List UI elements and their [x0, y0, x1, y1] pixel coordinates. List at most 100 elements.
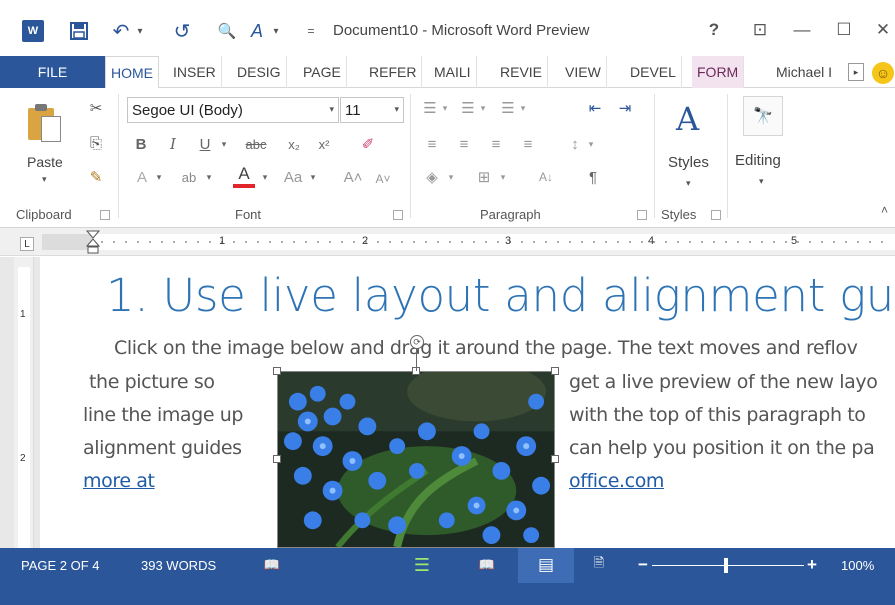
- redo-icon[interactable]: ↺: [171, 20, 193, 43]
- underline-caret-icon[interactable]: ▾: [217, 133, 231, 155]
- tab-view[interactable]: VIEW: [560, 56, 607, 88]
- tab-developer[interactable]: DEVEL: [625, 56, 682, 88]
- line-spacing-caret-icon[interactable]: ▾: [586, 133, 596, 155]
- underline-button[interactable]: U: [195, 133, 215, 155]
- align-left-icon[interactable]: ≡: [420, 133, 444, 155]
- read-mode-icon[interactable]: 📖: [476, 555, 498, 575]
- copy-icon[interactable]: ⎘: [86, 133, 106, 153]
- format-painter-icon[interactable]: ✎: [86, 167, 106, 187]
- resize-handle[interactable]: [551, 455, 559, 463]
- page-count[interactable]: PAGE 2 OF 4: [21, 558, 100, 573]
- font-color-caret-icon[interactable]: ▾: [259, 166, 271, 188]
- paragraph-line[interactable]: the picture so: [89, 371, 215, 393]
- zoom-in-button[interactable]: +: [805, 555, 819, 575]
- text-effects-caret-icon[interactable]: ▾: [153, 166, 165, 188]
- web-layout-icon[interactable]: 🗎: [588, 555, 610, 575]
- proofing-icon[interactable]: 📖: [262, 555, 282, 575]
- zoom-slider-thumb[interactable]: [724, 558, 728, 573]
- qat-caret-icon[interactable]: ▾: [270, 20, 282, 42]
- zoom-slider-track[interactable]: [652, 565, 804, 566]
- tab-home[interactable]: HOME: [105, 56, 159, 89]
- rotate-handle-icon[interactable]: ⟳: [410, 335, 424, 349]
- paragraph-line[interactable]: line the image up: [83, 404, 243, 426]
- shading-icon[interactable]: ◈: [420, 166, 444, 188]
- cut-icon[interactable]: ✂: [86, 98, 106, 118]
- font-name-select[interactable]: Segoe UI (Body) ▾: [127, 97, 339, 123]
- undo-caret-icon[interactable]: ▾: [134, 20, 146, 42]
- numbering-caret-icon[interactable]: ▾: [478, 97, 488, 119]
- help-button[interactable]: ?: [702, 18, 726, 42]
- bold-button[interactable]: B: [131, 133, 151, 155]
- font-name-caret-icon[interactable]: ▾: [329, 104, 334, 115]
- resize-handle[interactable]: [273, 367, 281, 375]
- bullets-caret-icon[interactable]: ▾: [440, 97, 450, 119]
- font-color-icon[interactable]: A: [233, 164, 255, 188]
- numbering-icon[interactable]: ☰: [458, 97, 478, 119]
- clear-formatting-icon[interactable]: ✐: [357, 133, 379, 155]
- decrease-indent-icon[interactable]: ⇤: [584, 97, 606, 119]
- collapse-ribbon-icon[interactable]: ˄: [881, 203, 888, 217]
- styles-launcher-icon[interactable]: [711, 210, 721, 220]
- increase-indent-icon[interactable]: ⇥: [614, 97, 636, 119]
- italic-button[interactable]: I: [163, 133, 183, 155]
- change-case-icon[interactable]: Aa: [279, 166, 307, 188]
- word-count[interactable]: 393 WORDS: [141, 558, 216, 573]
- maximize-button[interactable]: ☐: [832, 18, 856, 42]
- indent-marker-icon[interactable]: [86, 230, 100, 254]
- flower-image[interactable]: [277, 371, 555, 548]
- highlight-icon[interactable]: ab: [177, 166, 201, 188]
- bullets-icon[interactable]: ☰: [420, 97, 440, 119]
- document-heading[interactable]: 1. Use live layout and alignment guic: [106, 269, 895, 322]
- borders-caret-icon[interactable]: ▾: [498, 166, 508, 188]
- grow-font-icon[interactable]: A˄: [341, 166, 365, 188]
- paste-button[interactable]: Paste: [27, 154, 63, 170]
- tab-selector-icon[interactable]: L: [20, 237, 34, 251]
- superscript-button[interactable]: x²: [313, 133, 335, 155]
- tab-insert[interactable]: INSER: [168, 56, 222, 88]
- tab-format[interactable]: FORM: [692, 56, 745, 88]
- save-icon[interactable]: [68, 20, 90, 42]
- undo-icon[interactable]: ↶: [110, 20, 132, 43]
- print-preview-icon[interactable]: 🔍: [216, 20, 238, 42]
- tab-page-layout[interactable]: PAGE: [298, 56, 347, 88]
- format-painter-qat-icon[interactable]: A: [246, 20, 268, 42]
- resize-handle[interactable]: [551, 367, 559, 375]
- paste-caret-icon[interactable]: ▾: [42, 174, 47, 185]
- multilevel-list-icon[interactable]: ☰: [498, 97, 518, 119]
- minimize-button[interactable]: —: [790, 18, 814, 42]
- multilevel-caret-icon[interactable]: ▾: [518, 97, 528, 119]
- align-right-icon[interactable]: ≡: [484, 133, 508, 155]
- line-spacing-icon[interactable]: ↕: [564, 133, 586, 155]
- clipboard-launcher-icon[interactable]: [100, 210, 110, 220]
- strikethrough-button[interactable]: abc: [241, 133, 271, 155]
- zoom-level[interactable]: 100%: [841, 558, 874, 573]
- center-icon[interactable]: ≡: [452, 133, 476, 155]
- paragraph-line[interactable]: get a live preview of the new layo: [569, 371, 878, 393]
- paste-icon[interactable]: [28, 102, 62, 142]
- print-layout-icon[interactable]: ▤: [534, 555, 558, 575]
- editing-button[interactable]: 🔭 Editing ▾: [733, 96, 793, 200]
- paragraph-launcher-icon[interactable]: [637, 210, 647, 220]
- hyperlink-more-at[interactable]: more at: [83, 470, 155, 492]
- subscript-button[interactable]: x₂: [283, 133, 305, 155]
- user-menu-caret-icon[interactable]: ▸: [848, 63, 864, 81]
- font-launcher-icon[interactable]: [393, 210, 403, 220]
- zoom-out-button[interactable]: −: [636, 555, 650, 575]
- ribbon-display-options-button[interactable]: ⊡: [748, 18, 772, 42]
- paragraph-line[interactable]: can help you position it on the pa: [569, 437, 875, 459]
- tab-design[interactable]: DESIG: [232, 56, 287, 88]
- sort-icon[interactable]: A↓: [534, 166, 558, 188]
- paragraph-line[interactable]: Click on the image below and drag it aro…: [114, 337, 858, 359]
- hyperlink-office-com[interactable]: office.com: [569, 470, 664, 492]
- change-case-caret-icon[interactable]: ▾: [307, 166, 319, 188]
- user-name[interactable]: Michael I: [776, 56, 832, 88]
- resize-handle[interactable]: [273, 455, 281, 463]
- shrink-font-icon[interactable]: A˅: [371, 168, 395, 190]
- navigation-pane-icon[interactable]: ☰: [410, 555, 434, 575]
- send-feedback-smiley-icon[interactable]: ☺: [872, 62, 894, 84]
- paragraph-line[interactable]: with the top of this paragraph to: [569, 404, 866, 426]
- tab-review[interactable]: REVIE: [495, 56, 549, 88]
- tab-mailings[interactable]: MAILI: [429, 56, 477, 88]
- font-size-select[interactable]: 11 ▾: [340, 97, 404, 123]
- tab-references[interactable]: REFER: [364, 56, 423, 88]
